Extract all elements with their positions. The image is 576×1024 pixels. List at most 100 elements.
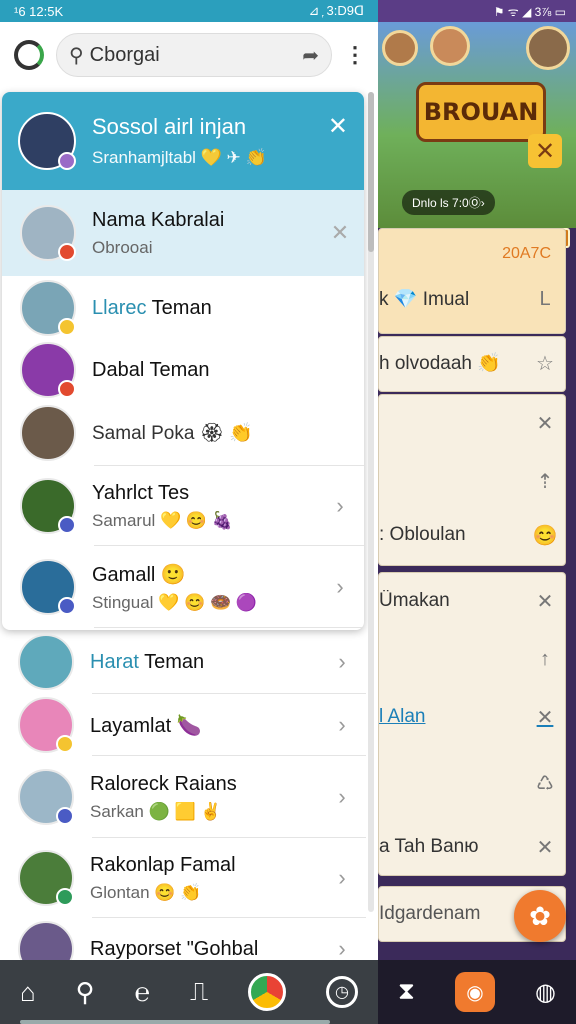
game-card[interactable]: 20A7C k 💎 Imual L [378,228,566,334]
contact-row[interactable]: Ralorеck Raians Sarkan 🟢 🟨 ✌ › [0,756,366,838]
contact-name: Nama Kabralai [92,209,314,232]
game-card[interactable]: h olvodaah 👏 ☆ [378,336,566,392]
contact-subtitle: Stingual 💛 😊 🍩 🟣 [92,592,257,612]
game-card[interactable]: Ümakan ✕ ↑ l Alan ✕ ♺ a Tah Banю ✕ [378,572,566,876]
search-icon[interactable]: ⚲ [76,977,95,1008]
close-icon[interactable]: ✕ [533,589,557,613]
sort-icon[interactable]: ⇡ [533,469,557,493]
avatar[interactable] [18,112,76,170]
contact-row[interactable]: Layamlat 🍆 › [0,694,366,756]
search-input[interactable] [89,43,297,67]
hourglass-icon[interactable]: ⧗ [398,978,415,1006]
share-arrow-icon[interactable]: ➦ [302,43,319,68]
contact-name-text: Rayporset "Gohbal [90,937,259,960]
bracket-icon[interactable]: L [533,287,557,311]
game-avatar[interactable] [382,30,418,66]
close-icon[interactable]: ✕ [330,220,350,246]
contact-name-text: Layamlat 🍆 [90,714,202,737]
status-right: ⊿ ᷊ 3:D9ᗡ [308,3,364,18]
close-icon[interactable]: ✕ [528,134,562,168]
camera-icon[interactable]: ◉ [454,972,495,1012]
avatar[interactable] [20,405,76,461]
avatar[interactable] [20,559,76,615]
chevron-right-icon[interactable]: › [332,936,352,962]
game-avatar[interactable] [430,26,470,66]
browser-icon[interactable] [248,973,287,1011]
contact-row[interactable]: Samal Poka 🏵 👏 [2,400,364,466]
chat-icon[interactable]: ◍ [535,978,556,1007]
home-icon[interactable]: ⌂ [20,977,36,1008]
game-card-link[interactable]: l Alan [379,706,533,728]
star-icon[interactable]: ☆ [533,351,557,375]
close-icon[interactable]: ✕ [533,835,557,859]
chevron-right-icon[interactable]: › [332,784,352,810]
puzzle-icon: ✿ [529,900,551,931]
avatar[interactable] [20,205,76,261]
game-avatar[interactable] [526,26,570,70]
scrollbar-thumb[interactable] [368,92,374,252]
more-menu-icon[interactable]: ⋮ [344,42,366,68]
contact-subtitle: Glontan 😊 👏 [90,882,202,902]
status-badge [58,516,76,534]
search-box[interactable]: ⚲ ➦ [56,33,332,77]
document-icon[interactable]: ⎍ [190,976,208,1008]
status-badge [58,152,76,170]
game-card-text: a Tah Banю [379,836,479,857]
contact-row[interactable]: Gamall 🙂 Stingual 💛 😊 🍩 🟣 › [2,546,364,628]
app-logo-icon[interactable] [14,40,44,70]
divider [94,627,364,628]
contact-row[interactable]: Dabal Teman [2,340,364,400]
floating-action-button[interactable]: ✿ [514,890,566,942]
status-badge [58,318,76,336]
ear-icon[interactable]: ℮ [134,977,150,1008]
avatar[interactable] [18,634,74,690]
status-badge [58,380,76,398]
avatar[interactable] [20,342,76,398]
contact-row[interactable]: Harat Teman › [0,630,366,694]
avatar[interactable] [18,850,74,906]
close-icon[interactable]: ✕ [533,705,557,729]
contact-row[interactable]: Llarec Teman [2,276,364,340]
avatar[interactable] [18,769,74,825]
contact-name: Ralorеck Raians [90,773,316,796]
chevron-right-icon[interactable]: › [330,574,350,600]
game-card-text: Ümakan [379,590,450,611]
clock-icon[interactable]: ◷ [325,976,358,1008]
home-indicator [20,1020,330,1024]
top-bar: ⚲ ➦ ⋮ [0,22,378,88]
game-status-bar: ⚑ ᯤ ◢ 3⅞ ▭ [378,0,576,22]
contact-name-text: Gamall 🙂 [92,563,186,586]
avatar[interactable] [18,697,74,753]
contact-row[interactable]: Yahrlct Tes Samarul 💛 😊 🍇 › [2,466,364,546]
contact-name: Llarec Teman [92,297,350,320]
close-icon[interactable]: ✕ [328,112,348,141]
messaging-app: ¹6 12:5K ⊿ ᷊ 3:D9ᗡ ⚲ ➦ ⋮ Sossol airl inj… [0,0,378,1024]
chevron-right-icon[interactable]: › [332,865,352,891]
chevron-right-icon[interactable]: › [332,712,352,738]
arrow-up-icon[interactable]: ↑ [533,647,557,671]
recycle-icon[interactable]: ♺ [533,771,557,795]
game-card-text: h olvodaah 👏 [379,353,501,374]
avatar[interactable] [20,280,76,336]
contact-name-text: Ralorеck Raians [90,772,237,795]
chevron-right-icon[interactable]: › [330,493,350,519]
avatar[interactable] [20,478,76,534]
contact-name: Harat Teman [90,651,316,674]
close-icon[interactable]: ✕ [533,411,557,435]
contact-name-text: Teman [146,296,212,319]
contact-name-text: Dabal Teman [92,358,210,381]
contact-name: Rayporset "Gohbal [90,938,316,961]
panel-title: Sossol airl injan [92,114,247,139]
contact-row[interactable]: Nama Kabralai Obrooai ✕ [2,190,364,276]
panel-subtitle: Sranhamjltabl 💛 ✈ 👏 [92,148,267,167]
contact-list-bottom: Harat Teman › Layamlat 🍆 › Ralorеck Raians Sa… [0,630,366,980]
game-card[interactable]: ✕ ⇡ : Obloulan 😊 [378,394,566,566]
chevron-right-icon[interactable]: › [332,649,352,675]
game-bottom-nav: ⧗ ◉ ◍ [378,960,576,1024]
bottom-nav: ⌂ ⚲ ℮ ⎍ ◷ [0,960,378,1024]
smiley-icon[interactable]: 😊 [533,523,558,547]
game-timer-chip[interactable]: Dnlo ls 7:0Ⓞ› [402,190,495,215]
contact-name: Rakonlap Famal [90,854,316,877]
contact-row[interactable]: Rakonlap Famal Glontan 😊 👏 › [0,838,366,918]
contact-name-accent: Llarec [92,296,147,319]
